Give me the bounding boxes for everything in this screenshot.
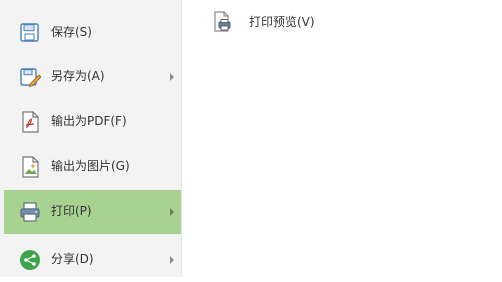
chevron-right-icon xyxy=(170,208,174,216)
chevron-right-icon xyxy=(170,73,174,81)
chevron-right-icon xyxy=(170,256,174,264)
file-menu: 保存(S) 另存为(A) 输出为PDF(F) 输出为图片(G) 打印(P) 分享… xyxy=(0,0,182,277)
menu-item-save-as[interactable]: 另存为(A) xyxy=(4,55,181,99)
menu-item-label: 另存为(A) xyxy=(51,69,105,83)
share-icon xyxy=(20,250,40,270)
menu-item-share[interactable]: 分享(D) xyxy=(4,238,181,282)
menu-item-export-pdf[interactable]: 输出为PDF(F) xyxy=(4,100,181,144)
menu-item-save[interactable]: 保存(S) xyxy=(4,11,181,55)
menu-item-label: 输出为图片(G) xyxy=(51,159,130,173)
menu-item-label: 分享(D) xyxy=(51,252,94,266)
menu-item-label: 输出为PDF(F) xyxy=(51,114,127,128)
menu-item-export-image[interactable]: 输出为图片(G) xyxy=(4,145,181,189)
print-submenu: 打印预览(V) xyxy=(182,0,502,277)
export-image-icon xyxy=(22,156,39,178)
menu-item-print[interactable]: 打印(P) xyxy=(4,190,181,234)
save-as-icon xyxy=(20,68,42,88)
submenu-item-print-preview[interactable]: 打印预览(V) xyxy=(210,8,350,36)
export-pdf-icon xyxy=(22,111,39,133)
print-preview-icon xyxy=(214,11,231,32)
save-icon xyxy=(20,23,39,42)
menu-item-label: 打印(P) xyxy=(51,204,92,218)
printer-icon xyxy=(20,202,40,222)
menu-item-label: 保存(S) xyxy=(51,25,92,39)
submenu-item-label: 打印预览(V) xyxy=(249,15,315,29)
